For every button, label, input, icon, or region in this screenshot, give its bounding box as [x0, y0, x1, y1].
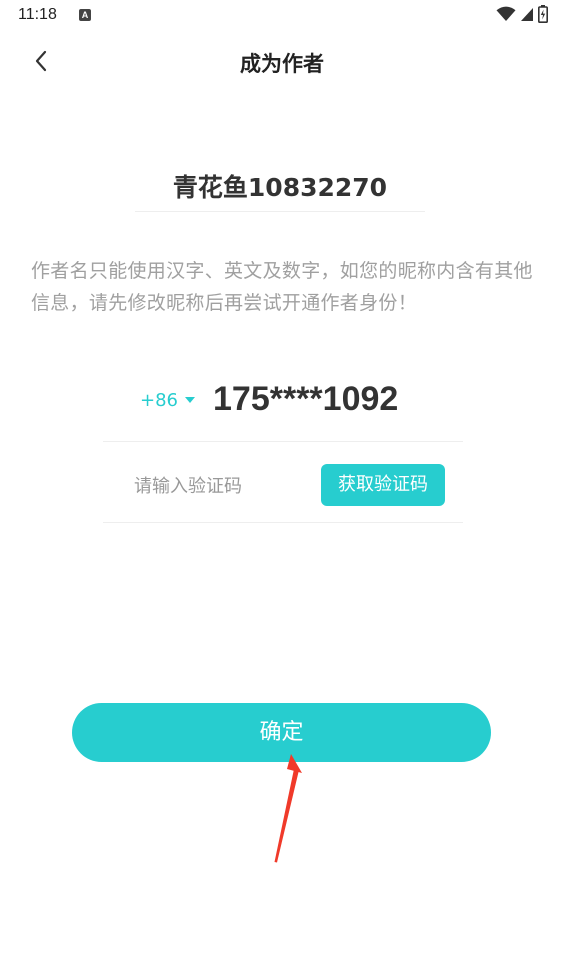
status-bar: 11:18 A: [0, 0, 564, 32]
verification-code-input[interactable]: [126, 470, 314, 502]
wifi-icon: [496, 6, 516, 26]
country-code-label: +86: [140, 390, 178, 411]
author-name-divider: [135, 211, 425, 212]
phone-number: 175****1092: [213, 380, 399, 418]
country-code-selector[interactable]: +86: [140, 390, 195, 411]
notification-a-icon: A: [79, 9, 91, 21]
nav-bar: 成为作者: [0, 32, 564, 92]
battery-icon: [538, 5, 548, 27]
get-code-button[interactable]: 获取验证码: [321, 464, 445, 506]
phone-divider: [103, 441, 463, 442]
author-name-tip: 作者名只能使用汉字、英文及数字，如您的昵称内含有其他信息，请先修改昵称后再尝试开…: [31, 260, 533, 314]
caret-down-icon: [185, 396, 195, 403]
code-divider: [103, 522, 463, 523]
signal-icon: [520, 6, 534, 26]
status-icons: [496, 5, 548, 27]
author-name: 青花鱼10832270: [172, 173, 388, 202]
page-title: 成为作者: [240, 52, 324, 76]
phone-row: +86 175****1092: [103, 370, 463, 440]
status-time: 11:18: [18, 6, 57, 23]
annotation-arrow-icon: [260, 745, 310, 870]
